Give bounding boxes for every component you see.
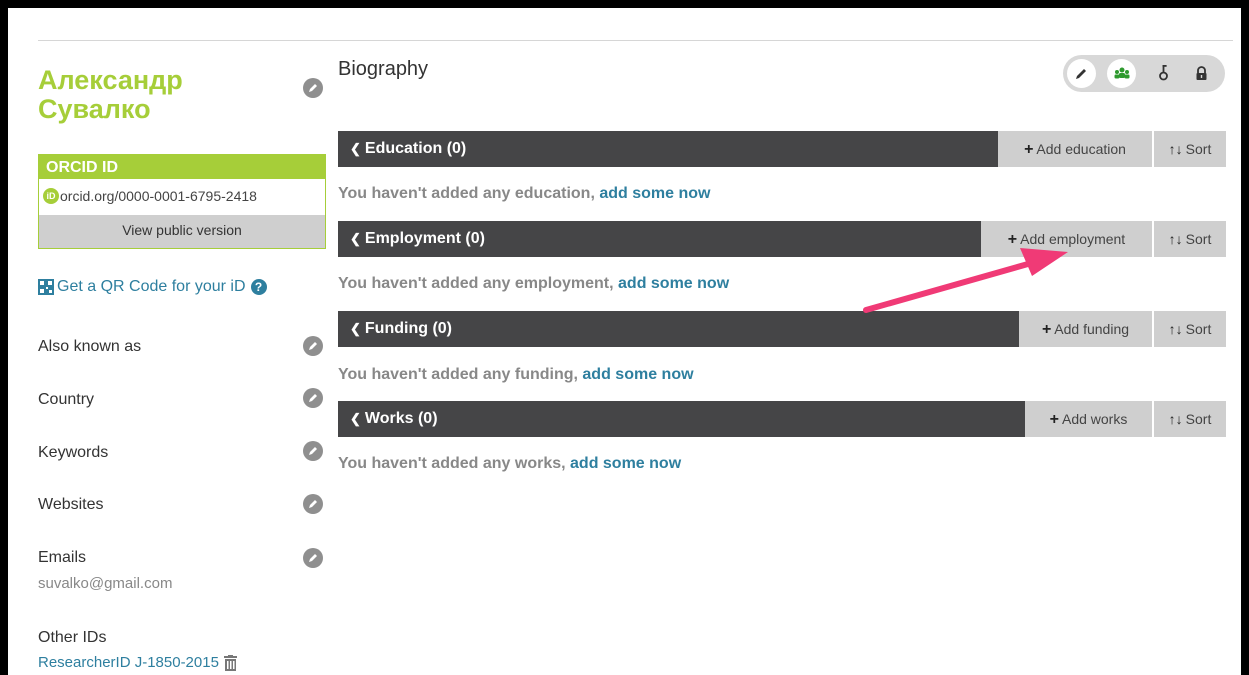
edit-also-known-as-pencil-icon[interactable] [303, 336, 323, 356]
keywords-label: Keywords [38, 444, 109, 461]
employment-sort-button[interactable]: ↑↓ Sort [1152, 221, 1226, 257]
funding-section-toggle[interactable]: ❮ Funding (0) [338, 311, 1019, 347]
add-works-button[interactable]: + Add works [1025, 401, 1152, 437]
also-known-as-label: Also known as [38, 338, 142, 355]
education-empty-message: You haven't added any education, add som… [338, 185, 710, 203]
education-section-title: Education (0) [364, 140, 467, 157]
works-section-toggle[interactable]: ❮ Works (0) [338, 401, 1025, 437]
works-empty-message: You haven't added any works, add some no… [338, 455, 681, 473]
sort-icon: ↑↓ [1168, 231, 1183, 247]
employment-empty-message: You haven't added any employment, add so… [338, 275, 729, 293]
add-employment-button[interactable]: + Add employment [981, 221, 1152, 257]
websites-label: Websites [38, 496, 104, 513]
funding-empty-message: You haven't added any funding, add some … [338, 366, 694, 384]
works-sort-button[interactable]: ↑↓ Sort [1152, 401, 1226, 437]
top-divider [38, 40, 1233, 41]
qr-code-icon [38, 279, 54, 295]
works-section-header: ❮ Works (0) + Add works ↑↓ Sort [338, 401, 1226, 437]
trash-icon[interactable] [223, 654, 237, 671]
plus-icon: + [1041, 321, 1052, 338]
plus-icon: + [1049, 411, 1059, 428]
funding-sort-button[interactable]: ↑↓ Sort [1152, 311, 1226, 347]
chevron-down-icon: ❮ [350, 411, 361, 426]
employment-section-toggle[interactable]: ❮ Employment (0) [338, 221, 981, 257]
qr-code-link-text: Get a QR Code for your iD [57, 278, 246, 295]
biography-title: Biography [338, 58, 429, 80]
other-ids-label: Other IDs [38, 629, 107, 646]
education-section-header: ❮ Education (0) + Add education ↑↓ Sort [338, 131, 1226, 167]
education-sort-label: Sort [1185, 141, 1212, 157]
orcid-id-box: ORCID ID iD orcid.org/0000-0001-6795-241… [38, 154, 326, 249]
edit-websites-pencil-icon[interactable] [303, 494, 323, 514]
visibility-public-people-icon[interactable] [1107, 59, 1136, 88]
works-empty-text: You haven't added any works, [338, 455, 571, 472]
emails-label: Emails [38, 549, 87, 566]
add-works-label: Add works [1061, 411, 1128, 427]
help-icon[interactable]: ? [250, 279, 267, 295]
orcid-id-url[interactable]: orcid.org/0000-0001-6795-2418 [60, 188, 257, 204]
view-public-version-button[interactable]: View public version [39, 215, 325, 248]
add-employment-link[interactable]: add some now [618, 275, 729, 292]
visibility-trusted-key-icon[interactable] [1149, 59, 1178, 88]
add-funding-link[interactable]: add some now [582, 366, 693, 383]
employment-sort-label: Sort [1185, 231, 1212, 247]
education-empty-text: You haven't added any education, [338, 185, 600, 202]
profile-name: Александр Сувалко [38, 65, 183, 124]
plus-icon: + [1024, 141, 1034, 158]
sort-icon: ↑↓ [1168, 141, 1183, 157]
country-label: Country [38, 391, 95, 408]
orcid-record-page: Александр Сувалко ORCID ID iD orcid.org/… [8, 8, 1241, 675]
edit-emails-pencil-icon[interactable] [303, 548, 323, 568]
chevron-down-icon: ❮ [350, 231, 361, 246]
funding-sort-label: Sort [1185, 321, 1212, 337]
email-value: suvalko@gmail.com [38, 575, 173, 592]
add-works-link[interactable]: add some now [570, 455, 681, 472]
add-funding-button[interactable]: + Add funding [1019, 311, 1152, 347]
funding-section-title: Funding (0) [364, 320, 452, 337]
funding-section-header: ❮ Funding (0) + Add funding ↑↓ Sort [338, 311, 1226, 347]
sort-icon: ↑↓ [1168, 411, 1183, 427]
education-sort-button[interactable]: ↑↓ Sort [1152, 131, 1226, 167]
orcid-id-icon: iD [43, 188, 59, 204]
add-employment-label: Add employment [1020, 231, 1126, 247]
funding-empty-text: You haven't added any funding, [338, 366, 583, 383]
add-education-button[interactable]: + Add education [998, 131, 1152, 167]
plus-icon: + [1007, 231, 1018, 248]
add-education-link[interactable]: add some now [599, 185, 710, 202]
employment-section-title: Employment (0) [364, 230, 485, 247]
works-section-title: Works (0) [364, 410, 438, 427]
orcid-id-label: ORCID ID [39, 155, 325, 179]
edit-keywords-pencil-icon[interactable] [303, 441, 323, 461]
employment-section-header: ❮ Employment (0) + Add employment ↑↓ Sort [338, 221, 1226, 257]
education-section-toggle[interactable]: ❮ Education (0) [338, 131, 998, 167]
chevron-down-icon: ❮ [350, 321, 361, 336]
add-funding-label: Add funding [1054, 321, 1130, 337]
visibility-edit-pencil-icon[interactable] [1067, 59, 1096, 88]
sort-icon: ↑↓ [1168, 321, 1183, 337]
employment-empty-text: You haven't added any employment, [338, 275, 619, 292]
edit-name-pencil-icon[interactable] [303, 78, 323, 98]
visibility-selector [1063, 55, 1225, 92]
qr-code-link[interactable]: Get a QR Code for your iD ? [38, 278, 267, 296]
chevron-down-icon: ❮ [350, 141, 361, 156]
orcid-id-row: iD orcid.org/0000-0001-6795-2418 [39, 179, 325, 213]
researcher-id-row: ResearcherID J-1850-2015 [38, 654, 237, 671]
add-education-label: Add education [1036, 141, 1126, 157]
researcher-id-link[interactable]: ResearcherID J-1850-2015 [38, 654, 219, 671]
visibility-private-lock-icon[interactable] [1187, 59, 1216, 88]
works-sort-label: Sort [1185, 411, 1212, 427]
edit-country-pencil-icon[interactable] [303, 388, 323, 408]
